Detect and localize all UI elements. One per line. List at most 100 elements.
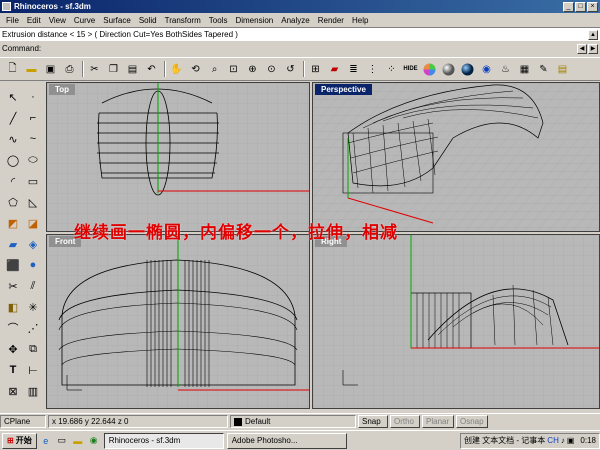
start-button[interactable]: ⊞ 开始 (2, 432, 37, 449)
layers-icon[interactable]: ≣ (345, 61, 362, 78)
polyline-icon[interactable]: ⌐ (23, 109, 43, 127)
menu-solid[interactable]: Solid (135, 16, 161, 25)
viewport-perspective[interactable]: Perspective (312, 82, 600, 232)
volume-icon[interactable]: ♪ (561, 436, 565, 445)
globe-icon[interactable]: ◉ (478, 61, 495, 78)
menu-edit[interactable]: Edit (23, 16, 45, 25)
zoom-selected-icon[interactable]: ⊙ (263, 61, 280, 78)
undo-view-icon[interactable]: ↺ (282, 61, 299, 78)
menu-file[interactable]: File (2, 16, 23, 25)
osnap-toggle[interactable]: Osnap (456, 415, 488, 428)
maximize-button[interactable]: □ (575, 1, 586, 12)
viewport-right[interactable]: Right (312, 234, 600, 409)
network-icon[interactable]: ▣ (567, 436, 575, 445)
menu-curve[interactable]: Curve (70, 16, 99, 25)
rectangle-icon[interactable]: ▭ (23, 172, 43, 190)
viewport-label-top[interactable]: Top (49, 84, 76, 95)
teapot-icon[interactable]: ♨ (497, 61, 514, 78)
color-wheel-icon[interactable] (421, 61, 438, 78)
zoom-window-icon[interactable]: ⊡ (225, 61, 242, 78)
point-icon[interactable]: · (23, 88, 43, 106)
copy-icon[interactable]: ❐ (105, 61, 122, 78)
trim-icon[interactable]: ✂ (3, 277, 23, 295)
zoom-icon[interactable]: ⌕ (206, 61, 223, 78)
ime-icon[interactable]: CH (547, 436, 559, 445)
render-tool-icon[interactable]: ▥ (23, 382, 43, 400)
open-folder-icon[interactable]: ▬ (23, 61, 40, 78)
scroll-up-icon[interactable]: ▲ (588, 29, 598, 40)
tray-notepad-text[interactable]: 创建 文本文档 - 记事本 (464, 435, 545, 446)
select-arrow-icon[interactable]: ↖ (3, 88, 23, 106)
rotate-view-icon[interactable]: ⟲ (187, 61, 204, 78)
viewport-label-perspective[interactable]: Perspective (315, 84, 372, 95)
menu-tools[interactable]: Tools (205, 16, 232, 25)
split-icon[interactable]: ⫽ (23, 277, 43, 295)
cut-icon[interactable]: ✂ (86, 61, 103, 78)
paste-icon[interactable]: ▤ (124, 61, 141, 78)
blue-sphere-icon[interactable] (459, 61, 476, 78)
minimize-button[interactable]: _ (563, 1, 574, 12)
menu-surface[interactable]: Surface (99, 16, 135, 25)
four-viewports-icon[interactable]: ⊞ (307, 61, 324, 78)
task-photoshop[interactable]: Adobe Photosho... (226, 432, 347, 449)
dimension-icon[interactable]: ⊢ (23, 361, 43, 379)
menu-render[interactable]: Render (314, 16, 348, 25)
pencil-icon[interactable]: ✎ (535, 61, 552, 78)
text-tool-icon[interactable]: T (3, 361, 23, 379)
media-icon[interactable]: ◉ (87, 434, 101, 448)
folder-icon[interactable]: ▬ (71, 434, 85, 448)
hide-icon[interactable]: HIDE (402, 61, 419, 78)
car-icon[interactable]: ▰ (326, 61, 343, 78)
ellipse-icon[interactable]: ⬭ (23, 151, 43, 169)
command-line[interactable]: Command: ◀ ▶ (0, 41, 600, 56)
offset-icon[interactable]: ⋰ (23, 319, 43, 337)
text-curve-icon[interactable]: ◺ (23, 193, 43, 211)
notes-icon[interactable]: ▤ (554, 61, 571, 78)
menu-analyze[interactable]: Analyze (277, 16, 313, 25)
loft-icon[interactable]: ◈ (23, 235, 43, 253)
planar-toggle[interactable]: Planar (422, 415, 454, 428)
analyze-icon[interactable]: ⊠ (3, 382, 23, 400)
new-file-icon[interactable]: 🗋 (4, 61, 21, 78)
surface-edge-icon[interactable]: ◪ (23, 214, 43, 232)
scroll-left-icon[interactable]: ◀ (577, 43, 587, 54)
points-on-icon[interactable]: ⁘ (383, 61, 400, 78)
extrude-icon[interactable]: ▰ (3, 235, 23, 253)
curve-icon[interactable]: ∿ (3, 130, 23, 148)
surface-corner-icon[interactable]: ◩ (3, 214, 23, 232)
zoom-extents-icon[interactable]: ⊕ (244, 61, 261, 78)
layer-selector[interactable]: Default (230, 415, 356, 428)
copy-object-icon[interactable]: ⧉ (23, 340, 43, 358)
task-rhino[interactable]: Rhinoceros - sf.3dm (103, 432, 224, 449)
join-icon[interactable]: ◧ (3, 298, 23, 316)
viewport-top[interactable]: Top (46, 82, 310, 232)
sphere-solid-icon[interactable]: ● (23, 256, 43, 274)
pan-hand-icon[interactable]: ✋ (168, 61, 185, 78)
explode-icon[interactable]: ✳ (23, 298, 43, 316)
polygon-icon[interactable]: ⬠ (3, 193, 23, 211)
close-button[interactable]: × (587, 1, 598, 12)
ortho-toggle[interactable]: Ortho (390, 415, 420, 428)
viewport-front[interactable]: Front (46, 234, 310, 409)
line-icon[interactable]: ╱ (3, 109, 23, 127)
scroll-right-icon[interactable]: ▶ (588, 43, 598, 54)
snap-toggle[interactable]: Snap (358, 415, 388, 428)
fillet-icon[interactable]: ⌒ (3, 319, 23, 337)
circle-icon[interactable]: ◯ (3, 151, 23, 169)
menu-view[interactable]: View (45, 16, 70, 25)
box-solid-icon[interactable]: ⬛ (3, 256, 23, 274)
undo-icon[interactable]: ↶ (143, 61, 160, 78)
arc-icon[interactable]: ◜ (3, 172, 23, 190)
print-icon[interactable]: ⎙ (61, 61, 78, 78)
render-settings-icon[interactable]: ▦ (516, 61, 533, 78)
menu-transform[interactable]: Transform (161, 16, 205, 25)
move-icon[interactable]: ✥ (3, 340, 23, 358)
freeform-curve-icon[interactable]: ~ (23, 130, 43, 148)
save-icon[interactable]: ▣ (42, 61, 59, 78)
menu-dimension[interactable]: Dimension (231, 16, 277, 25)
menu-help[interactable]: Help (348, 16, 372, 25)
sphere-render-icon[interactable] (440, 61, 457, 78)
ie-icon[interactable]: e (39, 434, 53, 448)
properties-icon[interactable]: ⋮ (364, 61, 381, 78)
desktop-icon[interactable]: ▭ (55, 434, 69, 448)
